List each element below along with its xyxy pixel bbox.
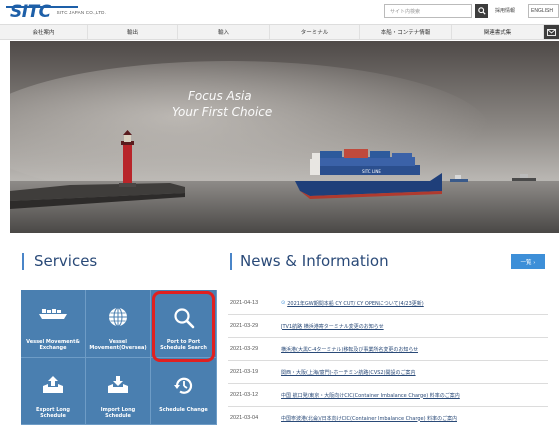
recruit-link[interactable]: 採用情報 [495, 7, 515, 14]
info-icon: ⊙ [281, 300, 286, 306]
service-label-line2: Movement(Oversea) [89, 345, 147, 351]
service-label-line2: Schedule [40, 413, 66, 419]
main-nav: 会社案内 輸出 輸入 ターミナル 本船・コンテナ情報 関連書式集 [0, 24, 559, 40]
news-date: 2021-03-29 [230, 346, 259, 352]
service-tile-vessel-movement[interactable]: Vessel Movement& Exchange [21, 290, 86, 358]
news-date: 2021-03-29 [230, 323, 259, 329]
news-heading: News & Information [230, 253, 389, 270]
news-link[interactable]: 中国寧波港(北侖)/日本向けCIC(Container Imbalance Ch… [281, 415, 457, 422]
news-all-button[interactable]: 一覧 › [511, 254, 545, 269]
globe-icon [109, 307, 127, 327]
service-label: Schedule Change [151, 407, 216, 413]
english-button[interactable]: ENGLISH [528, 4, 559, 18]
news-date: 2021-04-13 [230, 300, 259, 306]
contact-button[interactable] [544, 25, 559, 39]
nav-export[interactable]: 輸出 [88, 25, 178, 39]
service-label: Port to Port Schedule Search [151, 339, 216, 351]
logo-mark: SITC [6, 2, 78, 22]
service-label-line2: Schedule [105, 413, 131, 419]
site-header: SITC SITC JAPAN CO.,LTD. サイト内検索 採用情報 ENG… [0, 0, 559, 24]
service-label: Vessel Movement(Oversea) [86, 339, 150, 351]
search-icon [173, 308, 194, 329]
service-label-line2: Schedule Search [160, 345, 207, 351]
news-link[interactable]: 関西・大阪(上海/廈門)-ホーチミン航路(CVS2)開設のご案内 [281, 369, 416, 376]
hero-title: Focus Asia [188, 89, 252, 103]
service-label-line2: Exchange [39, 345, 67, 351]
news-item: 2021-03-29 JTV1航路 横浜港寄ターミナル変更のお知らせ [228, 315, 548, 338]
news-date: 2021-03-04 [230, 415, 259, 421]
news-item: 2021-03-29 横浜港(大黒C-4ターミナル)移転及び事業所名変更のお知ら… [228, 338, 548, 361]
svg-text:SITC LINE: SITC LINE [362, 169, 381, 174]
news-link[interactable]: JTV1航路 横浜港寄ターミナル変更のお知らせ [281, 323, 384, 330]
news-link[interactable]: 中国 航口発/東京・大阪向けCIC(Container Imbalance Ch… [281, 392, 460, 399]
ship-icon [39, 309, 67, 319]
service-label-line1: Schedule Change [159, 407, 208, 413]
news-link[interactable]: 2021年GW期間本船 CY CUT/ CY OPENについて(4/23更新) [287, 300, 424, 307]
service-label: Import Long Schedule [86, 407, 150, 419]
services-heading: Services [22, 253, 97, 270]
news-item: 2021-03-04 中国寧波港(北侖)/日本向けCIC(Container I… [228, 407, 548, 425]
export-icon [43, 376, 63, 393]
service-label: Vessel Movement& Exchange [21, 339, 85, 351]
nav-forms[interactable]: 関連書式集 [452, 25, 544, 39]
news-item: 2021-03-12 中国 航口発/東京・大阪向けCIC(Container I… [228, 384, 548, 407]
nav-terminal[interactable]: ターミナル [270, 25, 360, 39]
news-date: 2021-03-12 [230, 392, 259, 398]
site-logo[interactable]: SITC SITC JAPAN CO.,LTD. [6, 2, 107, 22]
news-date: 2021-03-19 [230, 369, 259, 375]
nav-vessel-container[interactable]: 本船・コンテナ情報 [360, 25, 452, 39]
nav-import[interactable]: 輸入 [178, 25, 270, 39]
news-item: 2021-04-13 ⊙ 2021年GW期間本船 CY CUT/ CY OPEN… [228, 292, 548, 315]
service-tile-export-long-schedule[interactable]: Export Long Schedule [21, 358, 86, 425]
service-tile-import-long-schedule[interactable]: Import Long Schedule [86, 358, 151, 425]
services-grid: Vessel Movement& Exchange Vessel Movemen… [21, 290, 217, 425]
search-button[interactable] [475, 4, 488, 18]
mail-icon [547, 28, 556, 36]
hero-banner: SITC LINE Focus Asia Your First Choice [10, 41, 559, 233]
search-icon [477, 7, 486, 15]
service-tile-vessel-movement-oversea[interactable]: Vessel Movement(Oversea) [86, 290, 151, 358]
logo-company-name: SITC JAPAN CO.,LTD. [56, 9, 107, 15]
hero-image: SITC LINE [10, 41, 559, 233]
service-tile-port-to-port-search[interactable]: Port to Port Schedule Search [151, 290, 217, 358]
site-search-input[interactable]: サイト内検索 [384, 4, 472, 18]
news-link[interactable]: 横浜港(大黒C-4ターミナル)移転及び事業所名変更のお知らせ [281, 346, 418, 353]
news-item: 2021-03-19 関西・大阪(上海/廈門)-ホーチミン航路(CVS2)開設の… [228, 361, 548, 384]
history-icon [173, 377, 192, 394]
service-label: Export Long Schedule [21, 407, 85, 419]
hero-subtitle: Your First Choice [172, 105, 273, 119]
service-tile-schedule-change[interactable]: Schedule Change [151, 358, 217, 425]
import-icon [108, 376, 128, 393]
news-list: 2021-04-13 ⊙ 2021年GW期間本船 CY CUT/ CY OPEN… [228, 292, 548, 425]
nav-company[interactable]: 会社案内 [0, 25, 88, 39]
